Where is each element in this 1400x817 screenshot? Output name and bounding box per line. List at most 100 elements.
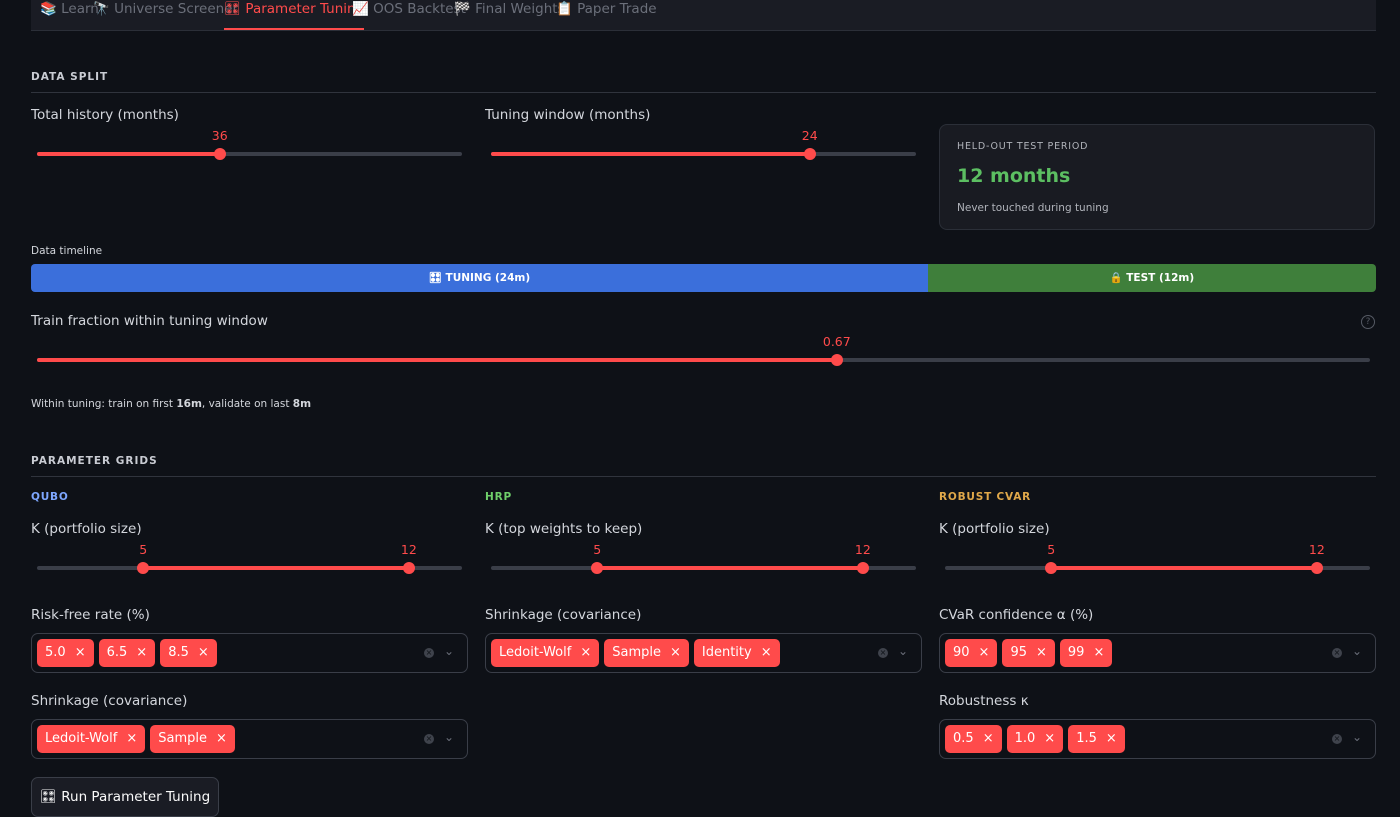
- cvar-k-range-slider[interactable]: 5 12: [939, 540, 1376, 574]
- chip-label: 8.5: [168, 645, 189, 660]
- tab-final-weights[interactable]: 🏁 Final Weights: [454, 0, 565, 30]
- selected-chip[interactable]: 0.5 ×: [945, 725, 1002, 753]
- slider-thumb-low[interactable]: [1045, 562, 1058, 574]
- chip-list: Ledoit-Wolf × Sample ×: [37, 725, 235, 753]
- slider-thumb-high[interactable]: [402, 562, 415, 574]
- selected-chip[interactable]: 1.5 ×: [1068, 725, 1125, 753]
- close-icon[interactable]: ×: [136, 639, 147, 667]
- clear-icon[interactable]: ×: [1332, 648, 1342, 658]
- held-out-value: 12 months: [957, 165, 1071, 187]
- held-out-title: HELD-OUT TEST PERIOD: [957, 141, 1089, 152]
- tab-universe-screener[interactable]: 🔭 Universe Screener: [93, 0, 238, 30]
- clear-icon[interactable]: ×: [878, 648, 888, 658]
- help-icon[interactable]: ?: [1361, 315, 1375, 329]
- selected-chip[interactable]: Sample ×: [150, 725, 235, 753]
- section-title-data-split: DATA SPLIT: [31, 71, 109, 83]
- close-icon[interactable]: ×: [216, 725, 227, 753]
- qubo-shrinkage-multiselect[interactable]: Ledoit-Wolf × Sample × × ⌄: [31, 719, 468, 759]
- slider-thumb[interactable]: [803, 148, 816, 160]
- chevron-down-icon[interactable]: ⌄: [1352, 644, 1362, 658]
- chip-label: 95: [1010, 645, 1027, 660]
- note-prefix: Within tuning: train on first: [31, 398, 177, 410]
- slider-thumb-high[interactable]: [1310, 562, 1323, 574]
- selected-chip[interactable]: 8.5 ×: [160, 639, 217, 667]
- chip-label: 5.0: [45, 645, 66, 660]
- qubo-k-range-slider[interactable]: 5 12: [31, 540, 468, 574]
- cvar-alpha-label: CVaR confidence α (%): [939, 607, 1094, 623]
- tuning-split-note: Within tuning: train on first 16m, valid…: [31, 398, 311, 410]
- tab-paper-trade[interactable]: 📋 Paper Trade: [556, 0, 657, 30]
- close-icon[interactable]: ×: [75, 639, 86, 667]
- slider-thumb-high[interactable]: [856, 562, 869, 574]
- chip-label: Ledoit-Wolf: [499, 645, 572, 660]
- selected-chip[interactable]: 99 ×: [1059, 639, 1113, 667]
- slider-thumb[interactable]: [830, 354, 843, 366]
- chevron-down-icon[interactable]: ⌄: [898, 644, 908, 658]
- tab-oos-backtest[interactable]: 📈 OOS Backtest: [352, 0, 466, 30]
- hrp-k-range-slider[interactable]: 5 12: [485, 540, 922, 574]
- chip-label: 0.5: [953, 731, 974, 746]
- cvar-kappa-multiselect[interactable]: 0.5 × 1.0 × 1.5 × × ⌄: [939, 719, 1376, 759]
- chip-label: Identity: [701, 645, 752, 660]
- slider-thumb-low[interactable]: [591, 562, 604, 574]
- chip-label: Sample: [158, 731, 207, 746]
- close-icon[interactable]: ×: [1044, 725, 1055, 753]
- hrp-title: HRP: [485, 491, 512, 503]
- chip-label: Ledoit-Wolf: [45, 731, 118, 746]
- clear-icon[interactable]: ×: [424, 648, 434, 658]
- selected-chip[interactable]: 90 ×: [945, 639, 998, 667]
- close-icon[interactable]: ×: [1093, 639, 1104, 667]
- qubo-risk-free-multiselect[interactable]: 5.0 × 6.5 × 8.5 × × ⌄: [31, 633, 468, 673]
- close-icon[interactable]: ×: [983, 725, 994, 753]
- tab-learn[interactable]: 📚 Learn: [40, 0, 99, 30]
- note-validate-months: 8m: [292, 398, 312, 410]
- cvar-kappa-label: Robustness κ: [939, 693, 1029, 709]
- selected-chip[interactable]: 6.5 ×: [98, 639, 156, 667]
- section-title-parameter-grids: PARAMETER GRIDS: [31, 455, 158, 467]
- slider-fill: [37, 152, 220, 156]
- slider-fill: [37, 358, 837, 362]
- run-parameter-tuning-button[interactable]: 🎛 Run Parameter Tuning: [31, 777, 219, 817]
- selected-chip[interactable]: Ledoit-Wolf ×: [491, 639, 600, 667]
- divider: [31, 476, 1376, 477]
- close-icon[interactable]: ×: [761, 639, 772, 667]
- slider-fill: [491, 152, 810, 156]
- selected-chip[interactable]: Sample ×: [604, 639, 689, 667]
- cvar-title: ROBUST CVAR: [939, 491, 1032, 503]
- selected-chip[interactable]: 95 ×: [1002, 639, 1055, 667]
- chip-label: Sample: [612, 645, 661, 660]
- clear-icon[interactable]: ×: [1332, 734, 1342, 744]
- slider-fill: [143, 566, 409, 570]
- slider-value: 24: [801, 128, 818, 143]
- qubo-title: QUBO: [31, 491, 69, 503]
- slider-thumb[interactable]: [213, 148, 226, 160]
- close-icon[interactable]: ×: [580, 639, 591, 667]
- tuning-window-slider[interactable]: 24: [485, 126, 922, 160]
- clear-icon[interactable]: ×: [424, 734, 434, 744]
- selected-chip[interactable]: 5.0 ×: [37, 639, 94, 667]
- close-icon[interactable]: ×: [198, 639, 209, 667]
- selected-chip[interactable]: Identity ×: [693, 639, 780, 667]
- total-history-slider[interactable]: 36: [31, 126, 468, 160]
- slider-fill: [1051, 566, 1317, 570]
- slider-fill: [597, 566, 863, 570]
- qubo-k-label: K (portfolio size): [31, 521, 142, 537]
- close-icon[interactable]: ×: [1106, 725, 1117, 753]
- data-timeline: 🎛 TUNING (24m) 🔒 TEST (12m): [31, 264, 1376, 292]
- chevron-down-icon[interactable]: ⌄: [444, 730, 454, 744]
- selected-chip[interactable]: Ledoit-Wolf ×: [37, 725, 146, 753]
- slider-value: 0.67: [822, 334, 851, 349]
- hrp-shrinkage-multiselect[interactable]: Ledoit-Wolf × Sample × Identity × × ⌄: [485, 633, 922, 673]
- close-icon[interactable]: ×: [126, 725, 137, 753]
- chevron-down-icon[interactable]: ⌄: [444, 644, 454, 658]
- chevron-down-icon[interactable]: ⌄: [1352, 730, 1362, 744]
- cvar-alpha-multiselect[interactable]: 90 × 95 × 99 × × ⌄: [939, 633, 1376, 673]
- close-icon[interactable]: ×: [670, 639, 681, 667]
- slider-thumb-low[interactable]: [137, 562, 150, 574]
- close-icon[interactable]: ×: [979, 639, 990, 667]
- train-fraction-slider[interactable]: 0.67: [31, 332, 1376, 366]
- close-icon[interactable]: ×: [1036, 639, 1047, 667]
- tab-parameter-tuning[interactable]: 🎛 Parameter Tuning: [224, 0, 365, 30]
- qubo-shrinkage-label: Shrinkage (covariance): [31, 693, 188, 709]
- selected-chip[interactable]: 1.0 ×: [1006, 725, 1064, 753]
